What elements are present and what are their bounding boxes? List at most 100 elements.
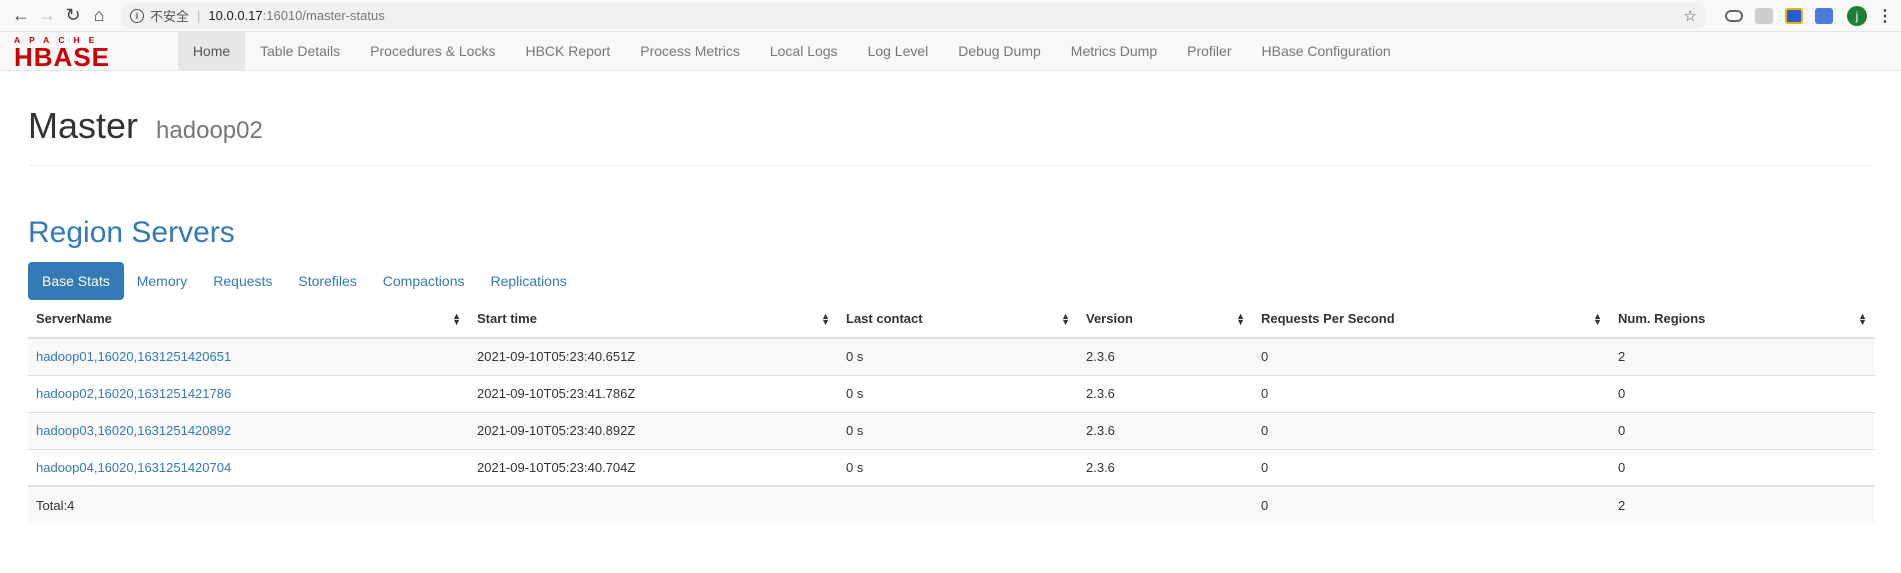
server-link[interactable]: hadoop03,16020,1631251420892 (36, 423, 231, 438)
home-icon[interactable]: ⌂ (86, 4, 112, 28)
sort-icon[interactable]: ▲ ▼ (1593, 311, 1602, 326)
insecure-label: 不安全 (150, 9, 190, 24)
last-contact-cell: 0 s (838, 374, 1078, 412)
back-arrow-icon[interactable]: ← (8, 4, 34, 28)
logo-hbase-text: HBASE (14, 41, 111, 72)
sort-icon[interactable]: ▲ ▼ (1061, 311, 1070, 326)
server-link[interactable]: hadoop04,16020,1631251420704 (36, 460, 231, 475)
reader-extension-icon[interactable] (1755, 7, 1773, 24)
tab-compactions[interactable]: Compactions (370, 262, 478, 300)
last-contact-cell: 0 s (838, 337, 1078, 375)
translate-extension-icon[interactable] (1815, 7, 1833, 24)
table-header-row: ServerName ▲ ▼ Start time ▲ ▼ Last contact ▲ ▼… (28, 300, 1875, 339)
tab-requests[interactable]: Requests (200, 262, 285, 300)
nav-metrics-dump[interactable]: Metrics Dump (1056, 32, 1172, 70)
master-hostname: hadoop02 (156, 117, 263, 144)
table-row: hadoop02,16020,1631251421786 2021-09-10T… (28, 374, 1875, 412)
table-row: hadoop03,16020,1631251420892 2021-09-10T… (28, 411, 1875, 449)
reload-icon[interactable]: ↻ (60, 4, 86, 28)
column-header-last-contact[interactable]: Last contact ▲ ▼ (838, 300, 1078, 339)
column-header-version[interactable]: Version ▲ ▼ (1078, 300, 1253, 339)
version-cell: 2.3.6 (1078, 374, 1253, 412)
total-row: Total:4 0 2 (28, 485, 1875, 523)
nav-hbck-report[interactable]: HBCK Report (510, 32, 625, 70)
start-time-cell: 2021-09-10T05:23:40.892Z (469, 411, 838, 449)
nav-profiler[interactable]: Profiler (1172, 32, 1246, 70)
browser-toolbar: ← → ↻ ⌂ i 不安全 | 10.0.0.17:16010/master-s… (0, 0, 1901, 32)
profile-avatar[interactable]: j (1847, 5, 1867, 26)
nav-home[interactable]: Home (178, 32, 245, 70)
total-empty-cell (469, 485, 838, 523)
nav-local-logs[interactable]: Local Logs (755, 32, 853, 70)
sort-icon[interactable]: ▲ ▼ (452, 311, 461, 326)
total-empty-cell (1078, 485, 1253, 523)
total-requests: 0 (1253, 485, 1610, 523)
nav-debug-dump[interactable]: Debug Dump (943, 32, 1056, 70)
server-link[interactable]: hadoop02,16020,1631251421786 (36, 386, 231, 401)
page-title: Master hadoop02 (28, 105, 1873, 147)
sort-icon[interactable]: ▲ ▼ (1236, 311, 1245, 326)
version-cell: 2.3.6 (1078, 411, 1253, 449)
hbase-logo[interactable]: APACHE HBASE (14, 32, 162, 70)
region-servers-table: ServerName ▲ ▼ Start time ▲ ▼ Last contact ▲ ▼… (28, 300, 1875, 523)
tab-memory[interactable]: Memory (124, 262, 201, 300)
requests-cell: 0 (1253, 411, 1610, 449)
column-header-requests-per-second[interactable]: Requests Per Second ▲ ▼ (1253, 300, 1610, 339)
total-regions: 2 (1610, 485, 1875, 523)
tab-storefiles[interactable]: Storefiles (285, 262, 369, 300)
tab-base-stats[interactable]: Base Stats (28, 262, 124, 300)
hbase-navbar: APACHE HBASE Home Table Details Procedur… (0, 32, 1901, 71)
nav-hbase-configuration[interactable]: HBase Configuration (1247, 32, 1406, 70)
column-label: Requests Per Second (1261, 311, 1395, 326)
nav-procedures-locks[interactable]: Procedures & Locks (355, 32, 510, 70)
tab-replications[interactable]: Replications (477, 262, 579, 300)
last-contact-cell: 0 s (838, 448, 1078, 486)
server-link[interactable]: hadoop01,16020,1631251420651 (36, 349, 231, 364)
regions-cell: 0 (1610, 374, 1875, 412)
regions-cell: 0 (1610, 411, 1875, 449)
start-time-cell: 2021-09-10T05:23:41.786Z (469, 374, 838, 412)
start-time-cell: 2021-09-10T05:23:40.651Z (469, 337, 838, 375)
requests-cell: 0 (1253, 337, 1610, 375)
regions-cell: 0 (1610, 448, 1875, 486)
server-name-cell: hadoop01,16020,1631251420651 (28, 337, 469, 375)
start-time-cell: 2021-09-10T05:23:40.704Z (469, 448, 838, 486)
nav-table-details[interactable]: Table Details (245, 32, 355, 70)
last-contact-cell: 0 s (838, 411, 1078, 449)
server-name-cell: hadoop04,16020,1631251420704 (28, 448, 469, 486)
requests-cell: 0 (1253, 374, 1610, 412)
regions-cell: 2 (1610, 337, 1875, 375)
total-label: Total:4 (28, 485, 469, 523)
info-icon[interactable]: i (130, 8, 144, 23)
sort-icon[interactable]: ▲ ▼ (1858, 311, 1867, 326)
nav-process-metrics[interactable]: Process Metrics (625, 32, 755, 70)
browser-menu-icon[interactable]: ⋮ (1877, 6, 1893, 26)
version-cell: 2.3.6 (1078, 448, 1253, 486)
address-separator: | (197, 8, 201, 23)
main-container: Master hadoop02 Region Servers Base Stat… (0, 105, 1901, 523)
server-name-cell: hadoop03,16020,1631251420892 (28, 411, 469, 449)
column-label: ServerName (36, 311, 112, 326)
column-header-servername[interactable]: ServerName ▲ ▼ (28, 300, 469, 339)
page-header: Master hadoop02 (28, 105, 1873, 166)
region-servers-tabs: Base Stats Memory Requests Storefiles Co… (28, 262, 1873, 300)
version-cell: 2.3.6 (1078, 337, 1253, 375)
region-servers-heading: Region Servers (28, 216, 235, 249)
cloud-extension-icon[interactable] (1725, 9, 1743, 22)
column-label: Last contact (846, 311, 923, 326)
sort-icon[interactable]: ▲ ▼ (821, 311, 830, 326)
bookmark-star-icon[interactable]: ☆ (1684, 7, 1697, 25)
column-header-num-regions[interactable]: Num. Regions ▲ ▼ (1610, 300, 1875, 339)
column-label: Version (1086, 311, 1133, 326)
forward-arrow-icon[interactable]: → (34, 4, 60, 28)
address-bar[interactable]: i 不安全 | 10.0.0.17:16010/master-status ☆ (120, 2, 1707, 29)
url-host: 10.0.0.17 (208, 8, 263, 23)
table-row: hadoop04,16020,1631251420704 2021-09-10T… (28, 448, 1875, 486)
column-label: Num. Regions (1618, 311, 1706, 326)
column-label: Start time (477, 311, 537, 326)
total-empty-cell (838, 485, 1078, 523)
nav-log-level[interactable]: Log Level (853, 32, 944, 70)
column-header-start-time[interactable]: Start time ▲ ▼ (469, 300, 838, 339)
download-extension-icon[interactable] (1785, 7, 1803, 24)
table-row: hadoop01,16020,1631251420651 2021-09-10T… (28, 337, 1875, 375)
